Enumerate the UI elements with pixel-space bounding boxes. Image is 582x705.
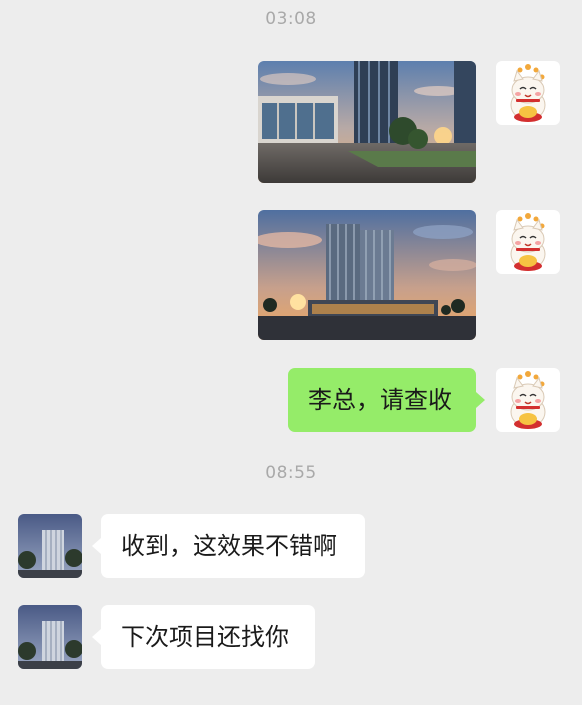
lucky-cat-icon (496, 61, 560, 125)
bubble-tail (476, 392, 485, 408)
message-text: 下次项目还找你 (121, 623, 289, 651)
image-message-tower-sunset[interactable] (258, 210, 476, 340)
sent-message-bubble[interactable]: 李总，请查收 (288, 368, 476, 432)
received-message-bubble[interactable]: 收到，这效果不错啊 (101, 514, 365, 578)
self-avatar[interactable] (496, 61, 560, 125)
bubble-tail (92, 629, 101, 645)
message-text: 李总，请查收 (308, 386, 452, 414)
lucky-cat-icon (496, 210, 560, 274)
contact-avatar[interactable] (18, 605, 82, 669)
building-photo-avatar (18, 514, 82, 578)
message-text: 收到，这效果不错啊 (121, 532, 337, 560)
contact-avatar[interactable] (18, 514, 82, 578)
image-message-building-plaza[interactable] (258, 61, 476, 183)
chat-window: 03:08 李总，请查收 08:55 收到，这效果不错啊 下次项目还找你 (0, 0, 582, 705)
building-photo-avatar (18, 605, 82, 669)
timestamp: 03:08 (265, 9, 317, 29)
timestamp: 08:55 (265, 463, 317, 483)
bubble-tail (92, 538, 101, 554)
lucky-cat-icon (496, 368, 560, 432)
received-message-bubble[interactable]: 下次项目还找你 (101, 605, 315, 669)
self-avatar[interactable] (496, 210, 560, 274)
self-avatar[interactable] (496, 368, 560, 432)
